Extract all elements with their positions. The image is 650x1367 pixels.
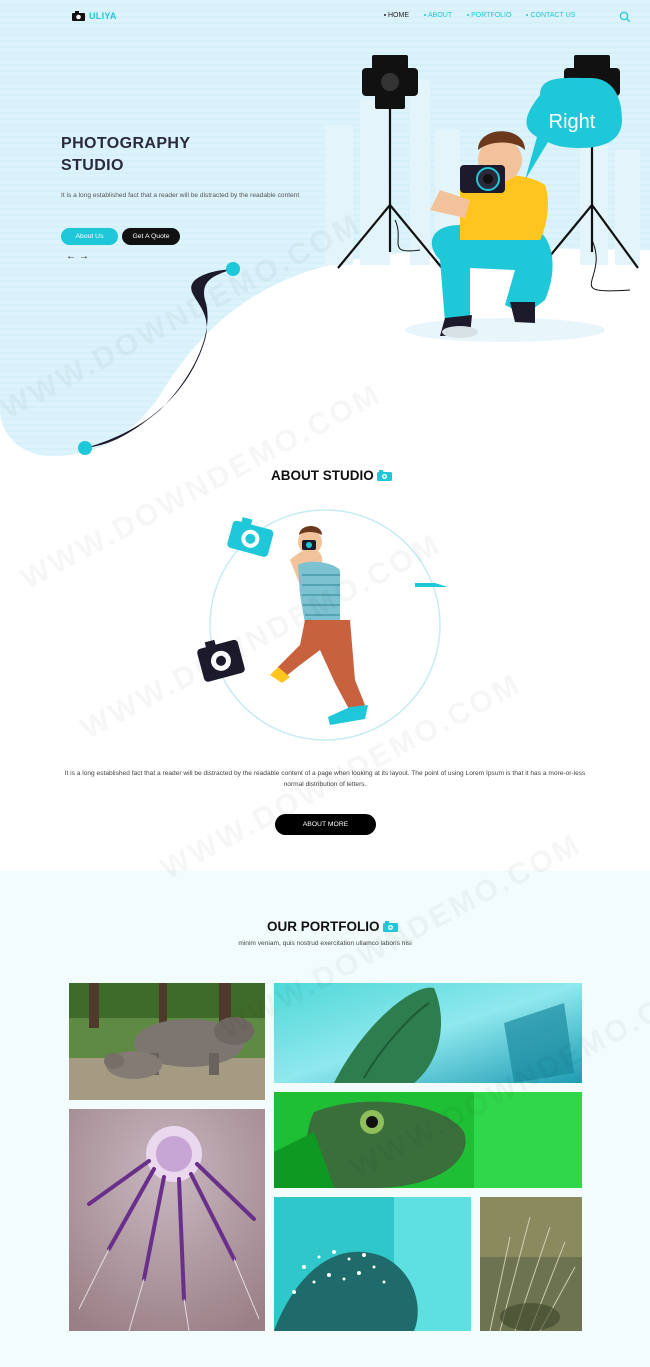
arrow-right-icon[interactable]: → [79,252,89,262]
navbar: ULIYA HOME ABOUT PORTFOLIO CONTACT US [0,0,650,36]
nav-links: HOME ABOUT PORTFOLIO CONTACT US [384,12,590,19]
camera-icon [382,921,398,932]
portfolio-photo-purple-dandelion[interactable] [69,1109,265,1331]
about-description: It is a long established fact that a rea… [64,770,586,788]
portfolio-photo-butterfly-wing[interactable] [274,983,582,1083]
about-title: ABOUT STUDIO [271,468,392,483]
speech-bubble-text: Right [549,111,596,133]
about-more-button[interactable]: ABOUT MORE [275,814,376,835]
get-quote-button[interactable]: Get A Quote [122,228,180,245]
camera-icon [72,11,85,21]
photographer-illustration: Right [325,55,640,342]
hero-title: PHOTOGRAPHY STUDIO [61,135,191,174]
portfolio-photo-seed-closeup[interactable] [480,1197,582,1331]
portfolio-photo-rhinos[interactable] [69,983,265,1100]
arrow-left-icon[interactable]: ← [66,252,76,262]
portfolio-photo-butterfly-eye[interactable] [274,1092,582,1188]
hero-description: It is a long established fact that a rea… [61,192,300,199]
portfolio-subtitle: minim veniam, quis nostrud exercitation … [238,940,412,947]
about-us-button[interactable]: About Us [61,228,118,245]
slider-arrows: ← → [66,252,89,262]
camera-icon [376,470,392,481]
nav-item-portfolio[interactable]: PORTFOLIO [467,12,511,19]
nav-item-contact[interactable]: CONTACT US [526,12,575,19]
portfolio-title: OUR PORTFOLIO [267,919,398,934]
search-icon[interactable] [619,11,631,23]
brand-name: ULIYA [89,11,117,21]
nav-item-home[interactable]: HOME [384,12,409,19]
portfolio-photo-dew-dandelion[interactable] [274,1197,471,1331]
brand-logo[interactable]: ULIYA [72,11,117,21]
about-illustration [197,509,448,741]
nav-item-about[interactable]: ABOUT [424,12,452,19]
